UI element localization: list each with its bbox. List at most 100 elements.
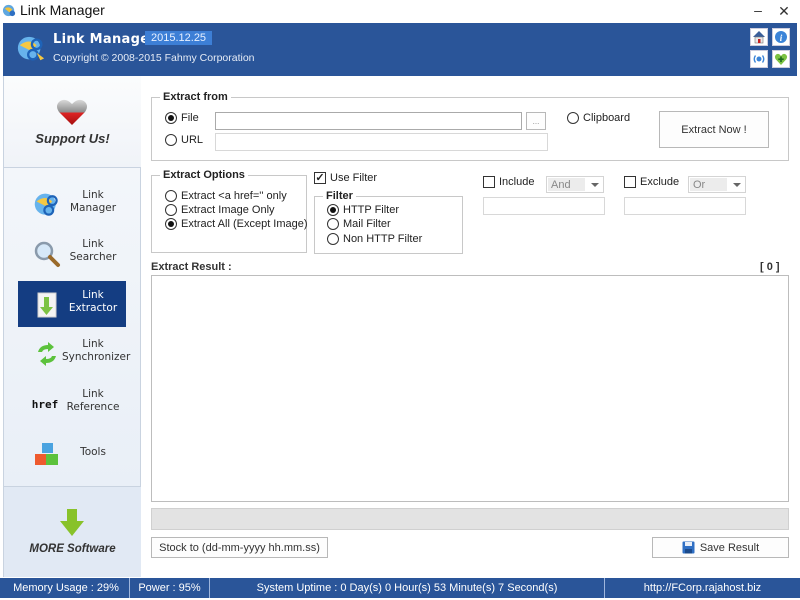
exclude-checkbox[interactable]: Exclude xyxy=(624,176,679,188)
version-badge: 2015.12.25 xyxy=(145,31,213,45)
extract-document-icon xyxy=(37,292,57,318)
nav-label-line2: Manager xyxy=(69,202,117,214)
sidebar-item-link-synchronizer[interactable]: Link Synchronizer xyxy=(18,330,130,376)
close-button[interactable]: ✕ xyxy=(774,0,794,22)
option-href-only-radio[interactable]: Extract <a href='' only xyxy=(165,190,287,202)
exclude-operator-value: Or xyxy=(690,178,727,191)
include-operator-select[interactable]: And xyxy=(546,176,604,193)
extract-from-legend: Extract from xyxy=(160,91,231,103)
option-all-except-image-radio[interactable]: Extract All (Except Image) xyxy=(165,218,308,230)
sidebar-item-link-extractor[interactable]: Link Extractor xyxy=(18,281,126,327)
heart-icon xyxy=(57,99,87,125)
home-icon xyxy=(753,31,765,44)
memory-usage-status: Memory Usage : 29% xyxy=(3,578,130,598)
clipboard-radio[interactable]: Clipboard xyxy=(567,112,630,124)
info-icon: i xyxy=(775,31,787,43)
radio-indicator xyxy=(165,204,177,216)
exclude-input[interactable] xyxy=(624,197,746,215)
app-icon xyxy=(2,4,16,17)
radio-indicator xyxy=(327,233,339,245)
website-link[interactable]: http://FCorp.rajahost.biz xyxy=(605,578,800,598)
window-title: Link Manager xyxy=(20,2,105,18)
include-label: Include xyxy=(499,176,535,188)
more-software-button[interactable]: MORE Software xyxy=(4,486,141,577)
support-us-label: Support Us! xyxy=(35,131,110,146)
extract-result-label: Extract Result : xyxy=(151,261,232,273)
system-uptime-status: System Uptime : 0 Day(s) 0 Hour(s) 53 Mi… xyxy=(210,578,605,598)
non-http-filter-radio[interactable]: Non HTTP Filter xyxy=(327,233,422,245)
exclude-label: Exclude xyxy=(640,176,680,188)
home-button[interactable] xyxy=(750,28,768,46)
http-filter-radio[interactable]: HTTP Filter xyxy=(327,204,399,216)
file-radio-label: File xyxy=(181,112,199,124)
power-status: Power : 95% xyxy=(130,578,210,598)
checkbox-indicator: ✓ xyxy=(314,172,326,184)
include-input[interactable] xyxy=(483,197,605,215)
link-manager-icon xyxy=(34,193,58,216)
nav-label-line1: Link xyxy=(82,238,104,250)
sidebar-item-link-reference[interactable]: href Link Reference xyxy=(18,380,126,426)
href-icon: href xyxy=(31,397,59,411)
include-checkbox[interactable]: Include xyxy=(483,176,534,188)
status-bar: Memory Usage : 29% Power : 95% System Up… xyxy=(0,578,800,598)
more-software-label: MORE Software xyxy=(29,543,116,555)
sidebar-item-link-searcher[interactable]: Link Searcher xyxy=(18,230,126,276)
extract-result-textarea[interactable] xyxy=(151,275,789,502)
option-label: Extract Image Only xyxy=(181,204,275,216)
result-count: [ 0 ] xyxy=(760,261,780,273)
nav-label-line1: Link xyxy=(82,289,104,301)
use-filter-checkbox[interactable]: ✓ Use Filter xyxy=(314,172,377,184)
mail-filter-radio[interactable]: Mail Filter xyxy=(327,218,391,230)
nav-label-line2: Extractor xyxy=(68,302,118,314)
save-result-button[interactable]: Save Result xyxy=(652,537,789,558)
stock-to-button[interactable]: Stock to (dd-mm-yyyy hh.mm.ss) xyxy=(151,537,328,558)
nav-label-line2: Searcher xyxy=(69,251,117,263)
nav-label-line1: Link xyxy=(82,189,104,201)
file-radio[interactable]: File xyxy=(165,112,199,124)
broadcast-button[interactable] xyxy=(750,50,768,68)
extract-now-button[interactable]: Extract Now ! xyxy=(659,111,769,148)
progress-bar xyxy=(151,508,789,530)
extract-options-legend: Extract Options xyxy=(160,169,248,181)
checkbox-indicator xyxy=(624,176,636,188)
browse-button[interactable]: ... xyxy=(526,112,546,130)
chevron-down-icon xyxy=(591,183,599,187)
exclude-operator-select[interactable]: Or xyxy=(688,176,746,193)
filter-option-label: HTTP Filter xyxy=(343,204,400,216)
nav-label-line1: Link xyxy=(82,388,104,400)
sidebar-item-tools[interactable]: Tools xyxy=(18,431,126,477)
filter-option-label: Non HTTP Filter xyxy=(343,233,423,245)
donate-button[interactable] xyxy=(772,50,790,68)
nav-label-line1: Link xyxy=(82,338,104,350)
clipboard-radio-label: Clipboard xyxy=(583,112,631,124)
nav-label-line1: Tools xyxy=(80,446,106,458)
window-titlebar: Link Manager – ✕ xyxy=(0,0,800,22)
tools-cubes-icon xyxy=(35,443,58,465)
minimize-button[interactable]: – xyxy=(748,0,768,22)
chevron-down-icon xyxy=(733,183,741,187)
url-input[interactable] xyxy=(215,133,548,151)
floppy-disk-icon xyxy=(682,541,695,554)
option-image-only-radio[interactable]: Extract Image Only xyxy=(165,204,275,216)
radio-indicator xyxy=(165,190,177,202)
url-radio[interactable]: URL xyxy=(165,134,203,146)
sidebar-item-link-manager[interactable]: Link Manager xyxy=(18,181,126,227)
app-name: Link Manager xyxy=(53,32,157,47)
checkbox-indicator xyxy=(483,176,495,188)
sync-arrows-icon xyxy=(38,342,56,366)
sidebar: Support Us! Link Manager Link Searcher L… xyxy=(3,76,141,577)
radio-indicator xyxy=(165,112,177,124)
app-header: Link Manager 2015.12.25 Copyright © 2008… xyxy=(3,23,797,76)
radio-indicator xyxy=(567,112,579,124)
radio-indicator xyxy=(327,218,339,230)
url-radio-label: URL xyxy=(181,134,204,146)
filter-option-label: Mail Filter xyxy=(343,218,391,230)
broadcast-icon xyxy=(753,55,765,63)
copyright-text: Copyright © 2008-2015 Fahmy Corporation xyxy=(53,52,255,64)
option-label: Extract All (Except Image) xyxy=(181,218,308,230)
use-filter-label: Use Filter xyxy=(330,172,378,184)
support-us-button[interactable]: Support Us! xyxy=(4,76,141,168)
info-button[interactable]: i xyxy=(772,28,790,46)
radio-indicator xyxy=(327,204,339,216)
file-path-input[interactable] xyxy=(215,112,522,130)
